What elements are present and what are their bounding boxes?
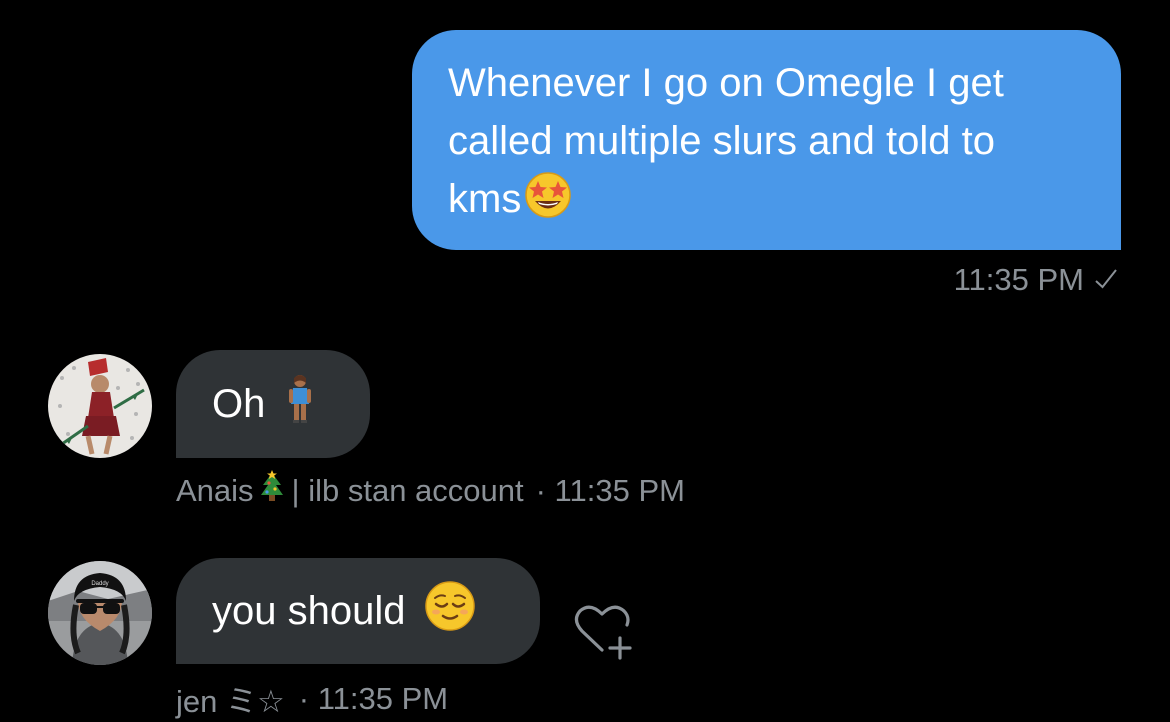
- message-time: · 11:35 PM: [535, 473, 685, 508]
- svg-text:Daddy: Daddy: [91, 581, 108, 587]
- relieved-face-emoji-icon: [423, 579, 477, 643]
- received-message-meta: Anais | ilb stan account · 11:35 PM: [176, 470, 685, 512]
- sender-name[interactable]: Anais: [176, 473, 254, 509]
- sent-message-line-3: kms: [448, 177, 522, 221]
- sent-message-meta: 11:35 PM: [954, 262, 1118, 298]
- avatar-jen[interactable]: Daddy: [48, 561, 152, 665]
- christmas-tree-emoji-icon: [258, 470, 286, 512]
- sender-bio: | ilb stan account: [291, 473, 524, 508]
- check-icon: [1094, 262, 1118, 298]
- avatar-anais[interactable]: [48, 354, 152, 458]
- message-text: you should: [212, 588, 406, 633]
- sent-message-line-2: called multiple slurs and told to: [448, 119, 995, 163]
- received-message-bubble[interactable]: Oh: [176, 350, 370, 458]
- received-message-meta: jen ミ☆ · 11:35 PM: [176, 676, 448, 721]
- sender-name[interactable]: jen ミ☆: [176, 676, 285, 721]
- message-time: · 11:35 PM: [298, 680, 449, 716]
- woman-standing-emoji-icon: [287, 374, 313, 434]
- message-text: Oh: [212, 381, 266, 426]
- star-struck-emoji-icon: [523, 170, 573, 236]
- received-message-bubble[interactable]: you should: [176, 558, 540, 664]
- sent-message-time: 11:35 PM: [953, 262, 1084, 297]
- sent-message-bubble[interactable]: Whenever I go on Omegle I get called mul…: [412, 30, 1121, 250]
- add-reaction-heart-icon[interactable]: [566, 598, 638, 662]
- sent-message-line-1: Whenever I go on Omegle I get: [448, 61, 1004, 105]
